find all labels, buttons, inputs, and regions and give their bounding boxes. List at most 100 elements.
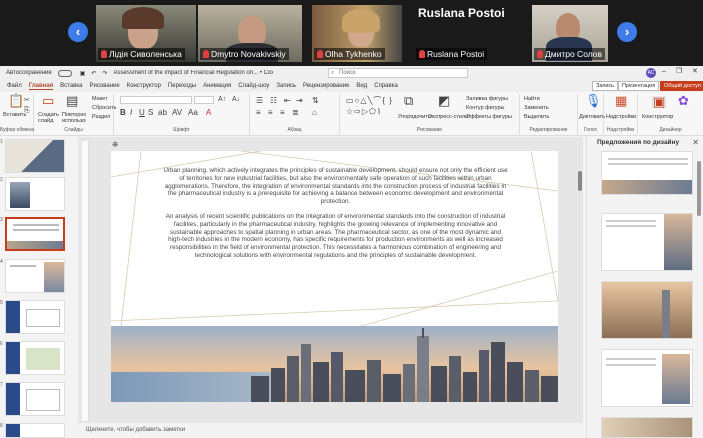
slides-group: ▭ Создать слайд ▤ Повторное использовани… xyxy=(34,94,116,134)
design-suggestion[interactable] xyxy=(601,417,693,438)
slide-thumbnail[interactable] xyxy=(5,341,65,375)
reuse-slides-icon[interactable]: ▤ xyxy=(66,94,78,107)
tab-record[interactable]: Запись xyxy=(276,83,296,89)
bold-icon[interactable]: B xyxy=(120,108,126,118)
slide-thumbnail[interactable] xyxy=(5,382,65,416)
select-button[interactable]: Выделить xyxy=(524,114,549,120)
numbering-icon[interactable]: ☷ xyxy=(270,96,277,106)
slide-number: 4 xyxy=(0,259,3,265)
slide-thumbnail[interactable] xyxy=(5,177,65,211)
previous-participants-arrow-icon[interactable]: ‹ xyxy=(68,22,88,42)
share-button[interactable]: Общий доступ xyxy=(660,81,703,91)
design-suggestion[interactable] xyxy=(601,349,693,407)
align-left-icon[interactable]: ≡ xyxy=(256,108,261,118)
cut-icon[interactable]: ✂ xyxy=(24,96,30,106)
tab-transitions[interactable]: Переходы xyxy=(168,83,196,89)
font-color-icon[interactable]: A xyxy=(206,108,211,118)
design-pane-scrollbar[interactable] xyxy=(697,161,701,216)
align-right-icon[interactable]: ≡ xyxy=(280,108,285,118)
tab-help[interactable]: Справка xyxy=(374,83,398,89)
reset-button[interactable]: Сбросить xyxy=(92,105,116,111)
font-size-field[interactable] xyxy=(194,96,214,104)
notes-pane[interactable]: Щелкните, чтобы добавить заметки xyxy=(78,423,583,438)
participant-tile[interactable]: Dmytro Novakivskiy xyxy=(198,5,302,62)
slide-thumbnail[interactable] xyxy=(5,300,65,334)
underline-icon[interactable]: U xyxy=(139,108,145,118)
redo-icon[interactable]: ↷ xyxy=(102,70,107,77)
tab-draw[interactable]: Рисование xyxy=(89,83,119,89)
canvas-scrollbar[interactable] xyxy=(578,171,582,191)
dictate-label: Диктовать xyxy=(579,114,605,120)
slide-canvas: ⛯ Urban planning, which actively integra… xyxy=(78,137,583,424)
new-slide-icon[interactable]: ▭ xyxy=(42,94,54,107)
indent-icon[interactable]: ⇤ xyxy=(284,96,291,106)
clipboard-group: 📋 Вставить ✂ ⎘ Буфер обмена xyxy=(0,94,34,134)
font-name-field[interactable] xyxy=(120,96,192,104)
slide-thumbnail-selected[interactable] xyxy=(5,217,65,251)
design-suggestion[interactable] xyxy=(601,213,693,271)
participant-tile[interactable]: Olha Tykhenko xyxy=(312,5,402,62)
tab-home[interactable]: Главная xyxy=(28,83,54,90)
copilot-icon[interactable]: ✿ xyxy=(678,94,689,107)
shadow-icon[interactable]: S xyxy=(148,108,153,118)
increase-font-icon[interactable]: A↑ xyxy=(218,95,226,105)
quick-styles-icon[interactable]: ◩ xyxy=(438,94,450,107)
tab-slideshow[interactable]: Слайд-шоу xyxy=(238,83,269,89)
slide-thumbnail[interactable] xyxy=(5,139,65,173)
justify-icon[interactable]: ≣ xyxy=(292,108,299,118)
current-slide[interactable]: Urban planning, which actively integrate… xyxy=(111,151,558,402)
find-button[interactable]: Найти xyxy=(524,96,540,102)
participant-tile[interactable]: Лідія Сиволенська xyxy=(96,5,196,62)
slide-thumbnail[interactable] xyxy=(5,259,65,293)
microphone-icon[interactable]: 🎙 xyxy=(585,94,602,107)
change-case-icon[interactable]: Aa xyxy=(188,108,198,118)
slide-body-text[interactable]: Urban planning, which actively integrate… xyxy=(163,167,508,267)
replace-button[interactable]: Заменить xyxy=(524,105,549,111)
designer-icon[interactable]: ▣ xyxy=(652,95,667,108)
participant-tile[interactable]: Ruslana Postoi xyxy=(414,34,522,62)
slide-number: 5 xyxy=(0,300,3,306)
tab-review[interactable]: Рецензирование xyxy=(303,83,349,89)
design-suggestion[interactable] xyxy=(601,151,693,195)
close-icon[interactable]: ✕ xyxy=(692,138,699,147)
spacing-icon[interactable]: AV xyxy=(172,108,182,118)
record-button[interactable]: Запись xyxy=(592,81,619,91)
save-icon[interactable]: ▣ xyxy=(80,70,86,77)
tab-view[interactable]: Вид xyxy=(356,83,367,89)
tab-file[interactable]: Файл xyxy=(7,83,22,89)
layout-button[interactable]: Макет xyxy=(92,96,108,102)
undo-icon[interactable]: ↶ xyxy=(91,70,96,77)
shape-fill-button[interactable]: Заливка фигуры xyxy=(466,96,508,102)
design-suggestion[interactable] xyxy=(601,281,693,339)
participant-tile[interactable]: Дмитро Солов xyxy=(532,5,608,62)
slide-thumbnails-pane: 1 2 3 4 5 6 7 8 xyxy=(0,137,78,438)
smartart-icon[interactable]: ⌂ xyxy=(312,108,317,118)
present-button[interactable]: Презентация xyxy=(618,81,660,91)
italic-icon[interactable]: I xyxy=(130,108,132,118)
bullets-icon[interactable]: ☰ xyxy=(256,96,263,106)
addins-icon[interactable]: ▦ xyxy=(615,94,627,107)
autosave-toggle[interactable] xyxy=(57,69,72,77)
align-center-icon[interactable]: ≡ xyxy=(268,108,273,118)
tab-insert[interactable]: Вставка xyxy=(60,83,82,89)
tab-design[interactable]: Конструктор xyxy=(127,83,161,89)
window-controls[interactable]: – ❐ ✕ xyxy=(662,67,702,75)
avatar[interactable]: АС xyxy=(646,68,656,78)
paste-icon[interactable]: 📋 xyxy=(8,94,24,107)
shape-effects-button[interactable]: Эффекты фигуры xyxy=(466,114,512,120)
tab-animations[interactable]: Анимация xyxy=(203,83,231,89)
strikethrough-icon[interactable]: ab xyxy=(158,108,167,118)
section-button[interactable]: Раздел xyxy=(92,114,110,120)
slide-nav-icon[interactable]: ⛯ xyxy=(112,140,118,150)
search-box[interactable]: ⌕ Поиск xyxy=(328,68,468,78)
shape-outline-button[interactable]: Контур фигуры xyxy=(466,105,504,111)
decrease-font-icon[interactable]: A↓ xyxy=(232,95,240,105)
copy-icon[interactable]: ⎘ xyxy=(24,106,30,116)
text-direction-icon[interactable]: ⇅ xyxy=(312,96,319,106)
arrange-icon[interactable]: ⧉ xyxy=(404,94,413,107)
next-participants-arrow-icon[interactable]: › xyxy=(617,22,637,42)
slide-thumbnail[interactable] xyxy=(5,423,65,438)
outdent-icon[interactable]: ⇥ xyxy=(296,96,303,106)
shapes-gallery-icon[interactable]: ▭○△╲⌒{ } xyxy=(346,96,393,106)
shapes-gallery-row2-icon[interactable]: ☆⇨▷⬠⌇ xyxy=(346,107,382,117)
